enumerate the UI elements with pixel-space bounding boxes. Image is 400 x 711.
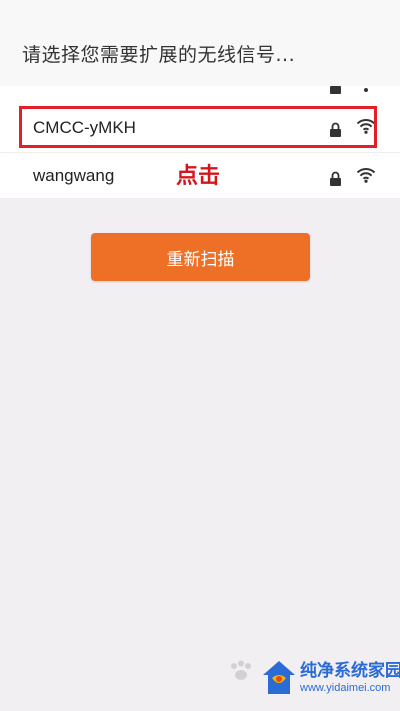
- lock-icon: [330, 86, 341, 94]
- rescan-button[interactable]: 重新扫描: [91, 233, 310, 281]
- network-ssid: wangwang: [33, 166, 115, 185]
- scrolled-network-row: [0, 86, 400, 96]
- highlight-box: [19, 106, 377, 148]
- wifi-icon: [356, 168, 376, 183]
- page-title: 请选择您需要扩展的无线信号...: [22, 44, 296, 66]
- click-annotation: 点击: [176, 164, 221, 189]
- watermark-url: www.yidaimei.com: [300, 682, 391, 694]
- header: 请选择您需要扩展的无线信号...: [0, 0, 400, 86]
- wifi-icon: [364, 88, 368, 92]
- house-logo-icon: [263, 661, 295, 694]
- watermark: 纯净系统家园 www.yidaimei.com: [258, 652, 400, 708]
- paw-icon: [231, 660, 251, 680]
- lock-icon: [330, 171, 341, 186]
- watermark-title: 纯净系统家园: [300, 661, 400, 681]
